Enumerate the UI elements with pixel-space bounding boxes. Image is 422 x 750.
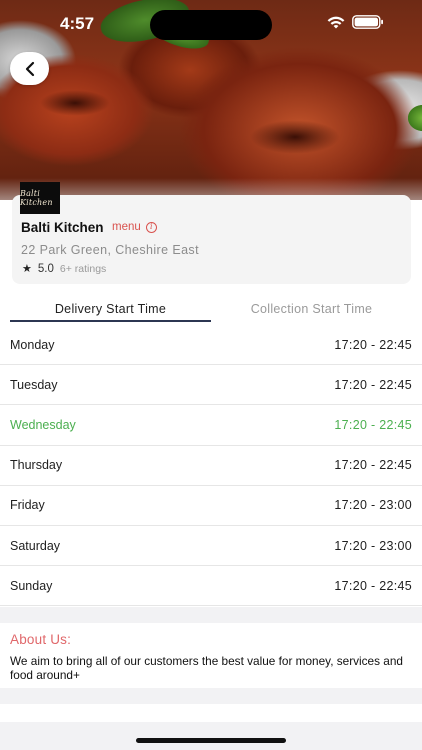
- wifi-icon: [327, 16, 345, 29]
- about-us-section: About Us: We aim to bring all of our cus…: [0, 623, 422, 687]
- hours-value: 17:20 - 22:45: [334, 337, 412, 352]
- schedule-row-wednesday: Wednesday 17:20 - 22:45: [0, 405, 422, 446]
- hours-value: 17:20 - 23:00: [334, 538, 412, 553]
- hours-value: 17:20 - 22:45: [334, 458, 412, 473]
- schedule-row-saturday: Saturday 17:20 - 23:00: [0, 526, 422, 567]
- chevron-left-icon: [25, 61, 34, 76]
- day-label: Sunday: [10, 578, 53, 593]
- about-us-text: We aim to bring all of our customers the…: [10, 654, 403, 682]
- status-bar: 4:57: [0, 0, 422, 48]
- schedule-row-tuesday: Tuesday 17:20 - 22:45: [0, 365, 422, 406]
- schedule-row-monday: Monday 17:20 - 22:45: [0, 325, 422, 366]
- restaurant-name: Balti Kitchen: [21, 220, 104, 235]
- battery-icon: [352, 15, 383, 29]
- back-button[interactable]: [10, 52, 49, 85]
- day-label: Saturday: [10, 538, 61, 553]
- day-label: Thursday: [10, 458, 63, 473]
- day-label: Tuesday: [10, 377, 58, 392]
- tab-collection-start-time[interactable]: Collection Start Time: [211, 296, 412, 322]
- time-tabs: Delivery Start Time Collection Start Tim…: [0, 296, 422, 322]
- menu-link-label: menu: [112, 221, 141, 233]
- section-divider: [0, 607, 422, 623]
- schedule-row-sunday: Sunday 17:20 - 22:45: [0, 566, 422, 607]
- status-time: 4:57: [60, 14, 95, 33]
- hours-value: 17:20 - 23:00: [334, 498, 412, 513]
- day-label: Wednesday: [10, 417, 76, 432]
- schedule-row-thursday: Thursday 17:20 - 22:45: [0, 446, 422, 486]
- day-label: Friday: [10, 498, 45, 513]
- info-icon[interactable]: i: [145, 221, 157, 233]
- rating-count: 6+ ratings: [59, 262, 107, 275]
- star-icon: ★: [22, 263, 32, 275]
- rating: ★ 5.0 6+ ratings: [22, 262, 107, 276]
- restaurant-address: 22 Park Green, Cheshire East: [21, 243, 199, 257]
- menu-link[interactable]: menu i: [112, 221, 157, 233]
- hours-value: 17:20 - 22:45: [334, 417, 412, 432]
- hours-value: 17:20 - 22:45: [334, 578, 412, 593]
- day-label: Monday: [10, 337, 55, 352]
- home-indicator[interactable]: [136, 738, 286, 743]
- hours-value: 17:20 - 22:45: [334, 377, 412, 392]
- schedule-row-friday: Friday 17:20 - 23:00: [0, 486, 422, 526]
- section-divider: [0, 722, 422, 750]
- restaurant-logo: Balti Kitchen: [20, 182, 60, 214]
- next-section-partial: [0, 704, 422, 722]
- opening-hours-list: Monday 17:20 - 22:45 Tuesday 17:20 - 22:…: [0, 325, 422, 607]
- rating-score: 5.0: [37, 262, 54, 275]
- section-divider: [0, 688, 422, 704]
- tab-delivery-start-time[interactable]: Delivery Start Time: [10, 296, 211, 322]
- dynamic-island: [150, 10, 272, 40]
- about-us-title: About Us:: [10, 632, 72, 647]
